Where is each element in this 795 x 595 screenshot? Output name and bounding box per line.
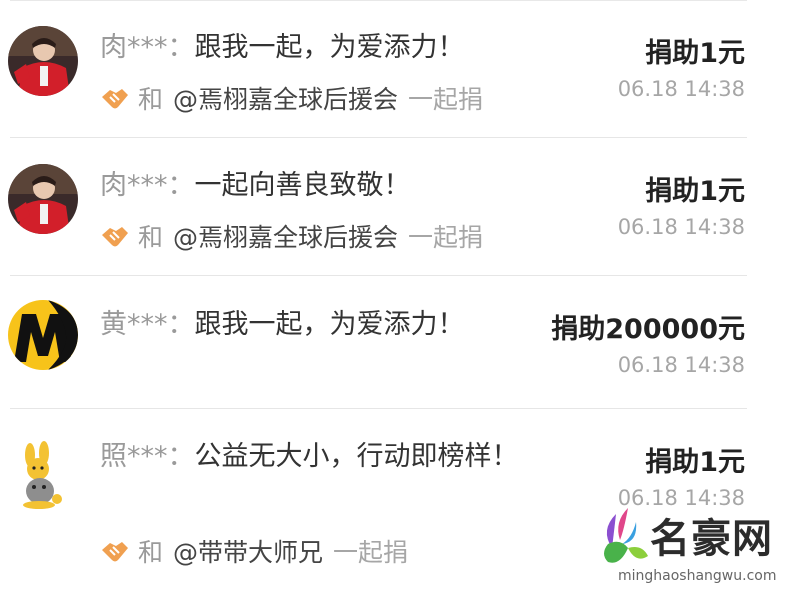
donation-amount: 捐助1元 — [645, 38, 745, 69]
donor-name[interactable]: 肉*** — [100, 170, 168, 201]
watermark-url: minghaoshangwu.com — [618, 568, 777, 584]
handshake-icon — [102, 89, 128, 109]
join-donation-row: 和 @带带大师兄 一起捐 — [100, 533, 408, 569]
message: 跟我一起，为爱添力！ — [194, 309, 465, 340]
join-donation-row: 和 @焉栩嘉全球后援会 一起捐 — [100, 80, 483, 116]
leaf-logo-icon — [604, 508, 648, 563]
donor-name[interactable]: 照*** — [100, 441, 168, 472]
comment-text: 照***：公益无大小，行动即榜样！ — [100, 441, 519, 472]
donation-item: 肉***：一起向善良致敬！ 捐助1元 06.18 14:38 和 @焉栩嘉全球后… — [0, 138, 795, 276]
comment-text: 肉***：跟我一起，为爱添力！ — [100, 32, 465, 63]
message: 跟我一起，为爱添力！ — [194, 32, 465, 63]
donation-amount: 捐助1元 — [645, 176, 745, 207]
red-jacket-person-avatar-icon — [8, 164, 78, 234]
timestamp: 06.18 14:38 — [617, 353, 745, 377]
avatar[interactable] — [8, 164, 78, 234]
site-watermark: 名豪网 minghaoshangwu.com — [598, 504, 788, 590]
message: 公益无大小，行动即榜样！ — [194, 441, 519, 472]
avatar[interactable] — [8, 26, 78, 96]
handshake-icon — [102, 227, 128, 247]
donation-amount: 捐助1元 — [645, 447, 745, 478]
donation-item: 黄***：跟我一起，为爱添力！ 捐助200000元 06.18 14:38 — [0, 276, 795, 409]
team-link[interactable]: @焉栩嘉全球后援会 — [173, 80, 398, 116]
timestamp: 06.18 14:38 — [617, 215, 745, 239]
join-donation-row: 和 @焉栩嘉全球后援会 一起捐 — [100, 218, 483, 254]
donor-name[interactable]: 肉*** — [100, 32, 168, 63]
message: 一起向善良致敬！ — [194, 170, 411, 201]
team-link[interactable]: @焉栩嘉全球后援会 — [173, 218, 398, 254]
donation-item: 肉***：跟我一起，为爱添力！ 捐助1元 06.18 14:38 和 @焉栩嘉全… — [0, 0, 795, 138]
donor-name[interactable]: 黄*** — [100, 309, 168, 340]
team-link[interactable]: @带带大师兄 — [173, 533, 323, 569]
timestamp: 06.18 14:38 — [617, 77, 745, 101]
comment-text: 黄***：跟我一起，为爱添力！ — [100, 309, 465, 340]
handshake-icon — [102, 542, 128, 562]
watermark-title: 名豪网 — [650, 516, 773, 562]
avatar[interactable] — [8, 300, 78, 370]
cartoon-rabbit-avatar-icon — [8, 441, 78, 511]
donation-amount: 捐助200000元 — [551, 314, 745, 345]
comment-text: 肉***：一起向善良致敬！ — [100, 170, 411, 201]
red-jacket-person-avatar-icon — [8, 26, 78, 96]
yellow-black-logo-avatar-icon — [8, 300, 78, 370]
avatar[interactable] — [8, 441, 78, 511]
